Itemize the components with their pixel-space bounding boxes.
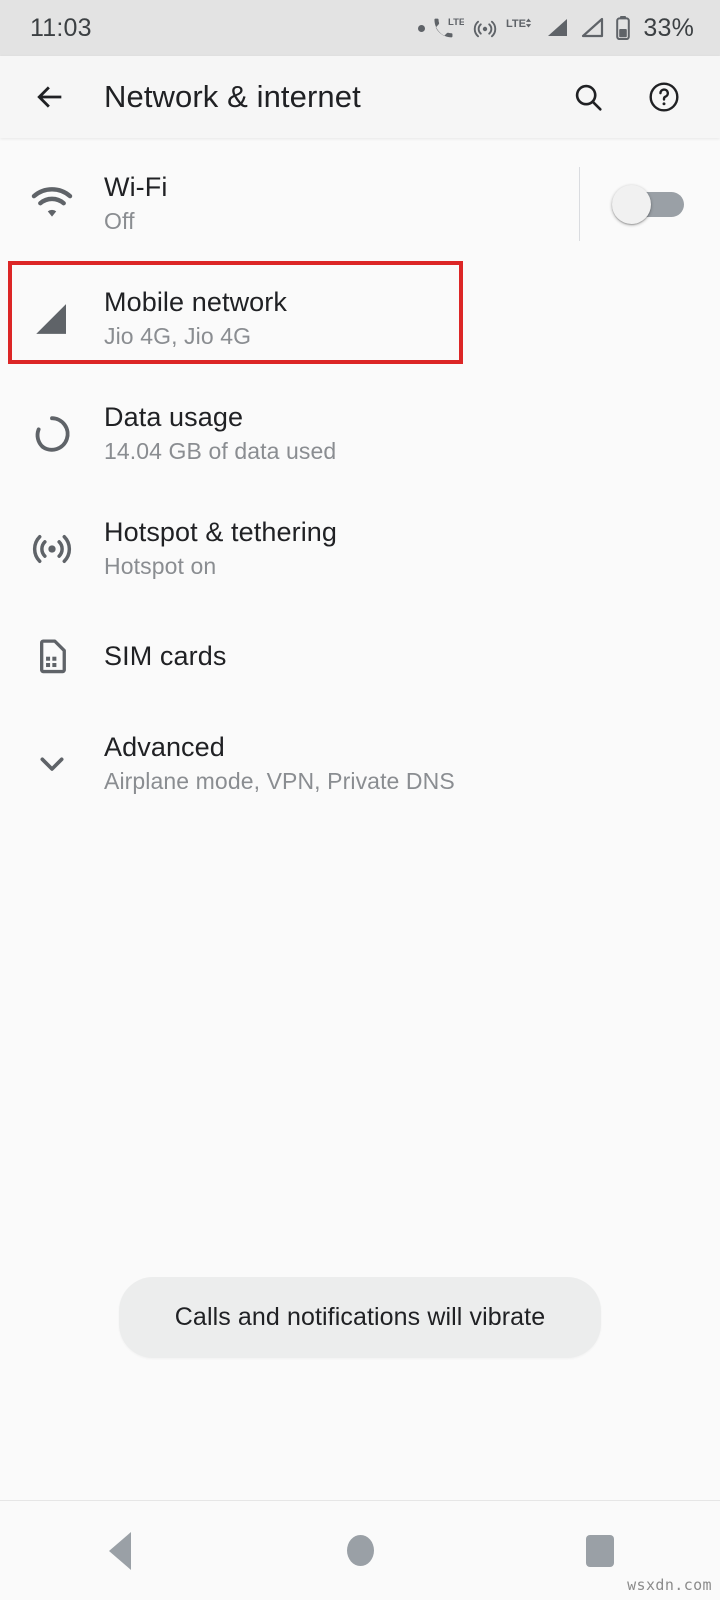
nav-back-button[interactable]	[60, 1501, 180, 1600]
nav-back-icon	[109, 1531, 131, 1570]
status-bar-clock: 11:03	[30, 13, 92, 42]
status-bar: 11:03 LTE LTE 33%	[0, 0, 720, 56]
settings-row-hotspot-tethering[interactable]: Hotspot & tethering Hotspot on	[0, 491, 720, 606]
toggle-thumb	[612, 184, 651, 224]
data-usage-gauge-icon	[35, 415, 70, 452]
settings-row-subtitle: Off	[104, 208, 135, 234]
wifi-toggle-switch[interactable]	[612, 184, 684, 224]
settings-row-title: SIM cards	[104, 640, 227, 671]
settings-row-data-usage[interactable]: Data usage 14.04 GB of data used	[0, 376, 720, 491]
settings-row-subtitle: Hotspot on	[104, 553, 217, 579]
hotspot-icon	[32, 534, 72, 563]
settings-row-mobile-network[interactable]: Mobile network Jio 4G, Jio 4G	[0, 261, 720, 376]
svg-text:LTE: LTE	[506, 18, 526, 30]
battery-percent-label: 33%	[643, 13, 694, 42]
sim-card-icon-slot	[0, 635, 104, 677]
advanced-chevron-slot	[0, 744, 104, 784]
volte-phone-lte-icon: LTE	[434, 17, 464, 38]
lte-data-arrows-icon: LTE	[506, 18, 532, 30]
settings-row-data-usage-text: Data usage 14.04 GB of data used	[104, 402, 696, 465]
settings-row-title: Data usage	[104, 402, 244, 432]
signal-bars-sim2-icon	[582, 17, 604, 38]
nav-home-icon	[346, 1535, 374, 1566]
search-icon	[575, 84, 602, 111]
settings-row-wifi-text: Wi-Fi Off	[104, 172, 579, 235]
signal-cellular-icon-slot	[0, 298, 104, 340]
settings-row-mobile-network-text: Mobile network Jio 4G, Jio 4G	[104, 287, 696, 350]
signal-cellular-icon	[36, 303, 66, 334]
status-bar-icons: LTE LTE 33%	[418, 14, 694, 43]
search-button[interactable]	[560, 69, 616, 125]
page-title: Network & internet	[104, 79, 361, 114]
settings-row-advanced-text: Advanced Airplane mode, VPN, Private DNS	[104, 732, 696, 795]
wifi-icon-slot	[0, 181, 104, 227]
app-bar-actions	[560, 69, 692, 125]
sim-card-icon	[40, 639, 66, 674]
data-usage-icon-slot	[0, 412, 104, 456]
settings-row-sim-cards[interactable]: SIM cards	[0, 606, 720, 706]
settings-row-title: Wi-Fi	[104, 172, 168, 202]
settings-row-title: Hotspot & tethering	[104, 517, 338, 547]
help-circle-icon	[649, 82, 679, 112]
settings-row-advanced[interactable]: Advanced Airplane mode, VPN, Private DNS	[0, 706, 720, 821]
notification-dot-icon	[418, 24, 426, 32]
toast-message: Calls and notifications will vibrate	[118, 1277, 602, 1358]
settings-row-hotspot-text: Hotspot & tethering Hotspot on	[104, 517, 696, 580]
phone-screen: 11:03 LTE LTE 33% Network & internet Wi-…	[0, 0, 720, 1600]
settings-row-sim-cards-text: SIM cards	[104, 641, 696, 672]
hotspot-active-icon	[474, 20, 497, 38]
settings-row-title: Advanced	[104, 732, 225, 762]
nav-home-button[interactable]	[300, 1501, 420, 1600]
wifi-icon	[31, 186, 73, 217]
settings-row-subtitle: Jio 4G, Jio 4G	[104, 323, 252, 349]
settings-row-wifi-trailing	[579, 166, 696, 241]
help-button[interactable]	[636, 69, 692, 125]
settings-row-wifi[interactable]: Wi-Fi Off	[0, 146, 720, 261]
settings-row-subtitle: 14.04 GB of data used	[104, 438, 337, 464]
toast-container: Calls and notifications will vibrate	[0, 1277, 720, 1358]
chevron-down-icon	[40, 757, 64, 771]
hotspot-icon-slot	[0, 527, 104, 571]
watermark-label: wsxdn.com	[627, 1576, 712, 1594]
battery-icon	[616, 16, 631, 41]
navigation-bar: wsxdn.com	[0, 1500, 720, 1600]
back-arrow-icon	[37, 86, 62, 108]
settings-row-subtitle: Airplane mode, VPN, Private DNS	[104, 768, 455, 794]
back-button[interactable]	[22, 69, 78, 125]
settings-list: Wi-Fi Off Mobile network Jio 4G, Jio 4G …	[0, 138, 720, 1500]
svg-text:LTE: LTE	[448, 17, 464, 28]
signal-bars-sim1-icon	[548, 19, 568, 36]
nav-recents-icon	[586, 1534, 614, 1567]
vertical-divider	[579, 166, 580, 241]
app-bar: Network & internet	[0, 56, 720, 138]
settings-row-title: Mobile network	[104, 287, 287, 317]
